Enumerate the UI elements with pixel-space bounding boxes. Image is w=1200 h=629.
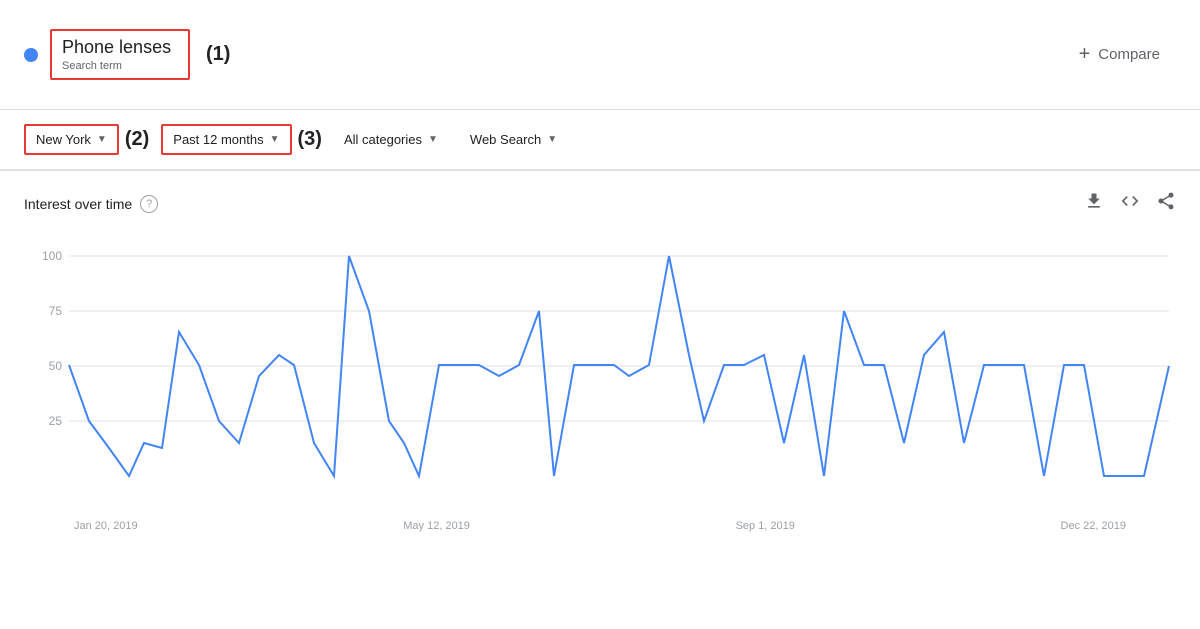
compare-label: Compare: [1098, 46, 1160, 63]
search-term-box[interactable]: Phone lenses Search term: [50, 29, 190, 80]
svg-text:50: 50: [49, 359, 63, 373]
svg-text:75: 75: [49, 304, 63, 318]
annotation-1: (1): [206, 43, 230, 66]
location-filter-group: New York ▼ (2): [24, 124, 149, 155]
svg-text:25: 25: [49, 414, 63, 428]
location-dropdown[interactable]: New York ▼: [24, 124, 119, 155]
x-label-dec: Dec 22, 2019: [1061, 520, 1126, 532]
location-arrow-icon: ▼: [97, 134, 107, 145]
location-label: New York: [36, 132, 91, 147]
chart-section: Interest over time ? 100 75 50: [0, 171, 1200, 542]
x-label-may: May 12, 2019: [403, 520, 470, 532]
time-range-arrow-icon: ▼: [270, 134, 280, 145]
chart-title-group: Interest over time ?: [24, 195, 158, 213]
series-color-dot: [24, 48, 38, 62]
time-range-label: Past 12 months: [173, 132, 263, 147]
share-icon[interactable]: [1156, 191, 1176, 216]
svg-text:100: 100: [42, 249, 62, 263]
chart-container: 100 75 50 25: [24, 236, 1176, 516]
categories-dropdown[interactable]: All categories ▼: [334, 126, 448, 153]
compare-button[interactable]: + Compare: [1063, 35, 1176, 74]
categories-arrow-icon: ▼: [428, 134, 438, 145]
chart-header: Interest over time ?: [24, 191, 1176, 216]
compare-plus-icon: +: [1079, 43, 1091, 66]
categories-label: All categories: [344, 132, 422, 147]
search-type-arrow-icon: ▼: [547, 134, 557, 145]
x-label-sep: Sep 1, 2019: [736, 520, 795, 532]
x-axis-labels: Jan 20, 2019 May 12, 2019 Sep 1, 2019 De…: [24, 516, 1176, 532]
help-icon[interactable]: ?: [140, 195, 158, 213]
search-term-container: Phone lenses Search term (1): [24, 29, 230, 80]
trend-chart: 100 75 50 25: [24, 236, 1176, 516]
time-range-dropdown[interactable]: Past 12 months ▼: [161, 124, 291, 155]
chart-title: Interest over time: [24, 196, 132, 212]
search-term-subtitle: Search term: [62, 60, 178, 72]
annotation-2: (2): [125, 128, 149, 151]
header: Phone lenses Search term (1) + Compare: [0, 0, 1200, 110]
time-range-filter-group: Past 12 months ▼ (3): [161, 124, 322, 155]
search-term-title: Phone lenses: [62, 37, 178, 58]
search-type-dropdown[interactable]: Web Search ▼: [460, 126, 567, 153]
embed-icon[interactable]: [1120, 191, 1140, 216]
chart-actions: [1084, 191, 1176, 216]
download-icon[interactable]: [1084, 191, 1104, 216]
x-label-jan: Jan 20, 2019: [74, 520, 138, 532]
filters-section: New York ▼ (2) Past 12 months ▼ (3) All …: [0, 110, 1200, 171]
search-type-label: Web Search: [470, 132, 541, 147]
annotation-3: (3): [298, 128, 322, 151]
